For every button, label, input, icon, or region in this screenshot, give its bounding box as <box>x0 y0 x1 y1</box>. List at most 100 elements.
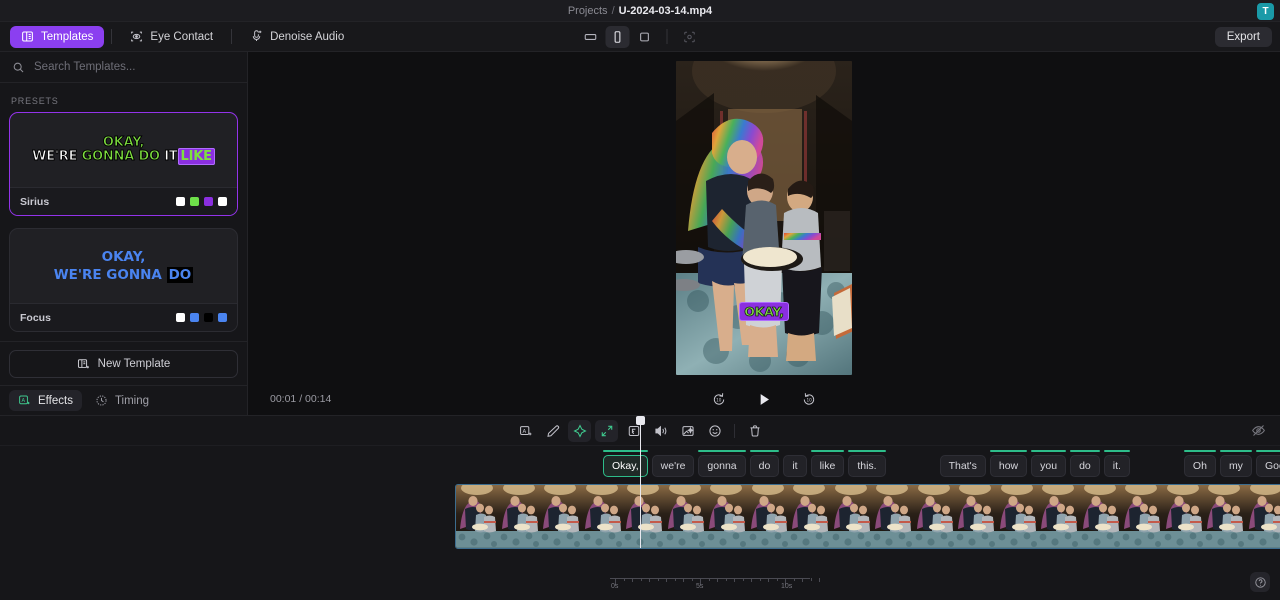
volume-icon[interactable] <box>649 420 672 442</box>
ruler-label: 5s <box>696 583 703 590</box>
word-chip-wrap: how <box>990 450 1027 477</box>
effects-icon: A <box>18 394 31 407</box>
timecode-display: 00:01 / 00:14 <box>270 393 331 405</box>
word-highlight-bar <box>811 450 845 452</box>
video-preview[interactable]: OKAY, <box>676 61 852 375</box>
ruler-tick <box>717 578 718 582</box>
word-highlight-bar <box>652 450 695 452</box>
ruler-tick <box>751 578 752 582</box>
playhead-knob[interactable] <box>636 416 645 425</box>
image-effect-icon[interactable] <box>676 420 699 442</box>
word-chips-strip: Okay,we'regonnadoitlikethis.That'showyou… <box>603 450 1280 477</box>
breadcrumb-projects[interactable]: Projects <box>568 5 608 17</box>
word-chip[interactable]: you <box>1031 455 1066 477</box>
swatch-4 <box>218 313 227 322</box>
timeline-ruler: 0s5s10s <box>455 570 855 592</box>
swatch-1 <box>176 313 185 322</box>
word-chip[interactable]: God <box>1256 455 1280 477</box>
word-chip[interactable]: it. <box>1104 455 1130 477</box>
svg-text:10: 10 <box>716 397 722 402</box>
tab-effects[interactable]: A Effects <box>9 390 82 411</box>
ruler-tick <box>819 578 820 582</box>
preset-meta-sirius: Sirius <box>10 187 237 215</box>
presets-list[interactable]: OKAY, WE'RE GONNA DO ITLIKE Sirius <box>0 112 247 341</box>
eye-contact-button[interactable]: Eye Contact <box>119 26 224 48</box>
tab-timing[interactable]: Timing <box>86 390 158 411</box>
pencil-icon[interactable] <box>541 420 564 442</box>
add-text-icon[interactable]: A <box>514 420 537 442</box>
word-chip-wrap: we're <box>652 450 695 477</box>
trash-icon[interactable] <box>743 420 766 442</box>
editor-body: PRESETS OKAY, WE'RE GONNA DO ITLIKE Siri… <box>0 52 1280 415</box>
word-chip[interactable]: do <box>1070 455 1100 477</box>
new-template-icon <box>77 358 90 371</box>
ruler-tick <box>683 578 684 582</box>
export-button[interactable]: Export <box>1215 27 1272 47</box>
new-template-label: New Template <box>98 358 171 370</box>
word-chip-wrap: gonna <box>698 450 745 477</box>
word-chip[interactable]: do <box>750 455 780 477</box>
word-chip[interactable]: That's <box>940 455 986 477</box>
preset-focus-line2: WE'RE GONNA DO <box>54 266 194 284</box>
sparkle-icon[interactable] <box>568 420 591 442</box>
filmstrip-frame <box>1245 485 1280 548</box>
preset-sirius-sample-text: OKAY, WE'RE GONNA DO ITLIKE <box>32 136 215 164</box>
playhead[interactable] <box>640 418 641 548</box>
toolbar-divider-2 <box>231 29 232 44</box>
expand-icon[interactable] <box>595 420 618 442</box>
filmstrip-frame <box>581 485 623 548</box>
play-icon[interactable] <box>757 392 772 407</box>
word-chip[interactable]: my <box>1220 455 1252 477</box>
video-filmstrip[interactable] <box>455 484 1280 549</box>
search-icon <box>12 61 25 74</box>
preset-card-sirius[interactable]: OKAY, WE'RE GONNA DO ITLIKE Sirius <box>9 112 238 216</box>
preset-meta-focus: Focus <box>10 303 237 331</box>
word-highlight-bar <box>750 450 780 452</box>
denoise-audio-icon <box>250 30 263 43</box>
aspect-ratio-landscape[interactable] <box>579 26 603 48</box>
word-chip-wrap: Oh <box>1184 450 1216 477</box>
forward-10-icon[interactable]: 10 <box>802 392 817 407</box>
filmstrip-frame <box>1203 485 1245 548</box>
templates-button[interactable]: Templates <box>10 26 104 48</box>
ruler-tick <box>692 578 693 581</box>
word-chip[interactable]: how <box>990 455 1027 477</box>
word-chip[interactable]: this. <box>848 455 885 477</box>
word-highlight-bar <box>1184 450 1216 452</box>
help-button[interactable] <box>1250 572 1270 592</box>
aspect-ratio-square[interactable] <box>633 26 657 48</box>
ruler-tick <box>802 578 803 582</box>
ruler-tick <box>649 578 650 582</box>
preset-name-focus: Focus <box>20 312 51 324</box>
word-chip[interactable]: gonna <box>698 455 745 477</box>
preset-focus-sample-text: OKAY, WE'RE GONNA DO <box>54 248 194 284</box>
search-input[interactable] <box>34 61 214 73</box>
avatar[interactable]: T <box>1257 3 1274 20</box>
templates-icon <box>21 30 34 43</box>
denoise-audio-button[interactable]: Denoise Audio <box>239 26 355 48</box>
toolbar-right-group: Export <box>1215 27 1272 47</box>
filmstrip-frame <box>871 485 913 548</box>
ruler-tick <box>734 578 735 582</box>
word-chip[interactable]: Oh <box>1184 455 1216 477</box>
aspect-ratio-portrait[interactable] <box>606 26 630 48</box>
ruler-tick <box>811 578 812 581</box>
ruler-tick <box>777 578 778 581</box>
emoji-icon[interactable] <box>703 420 726 442</box>
word-chip[interactable]: we're <box>652 455 695 477</box>
ruler-tick <box>632 578 633 582</box>
rewind-10-icon[interactable]: 10 <box>712 392 727 407</box>
filmstrip-frame <box>1079 485 1121 548</box>
word-chip[interactable]: like <box>811 455 845 477</box>
eye-off-icon[interactable] <box>1251 423 1266 438</box>
filmstrip-frame <box>913 485 955 548</box>
auto-frame-icon[interactable] <box>678 26 702 48</box>
swatch-3 <box>204 197 213 206</box>
new-template-button[interactable]: New Template <box>9 350 238 378</box>
word-chip[interactable]: it <box>783 455 806 477</box>
ruler-tick <box>743 578 744 581</box>
aspect-ratio-group <box>579 26 702 48</box>
preset-card-focus[interactable]: OKAY, WE'RE GONNA DO Focus <box>9 228 238 332</box>
templates-sidebar: PRESETS OKAY, WE'RE GONNA DO ITLIKE Siri… <box>0 52 248 415</box>
preview-pane: OKAY, 00:01 / 00:14 10 <box>248 52 1280 415</box>
